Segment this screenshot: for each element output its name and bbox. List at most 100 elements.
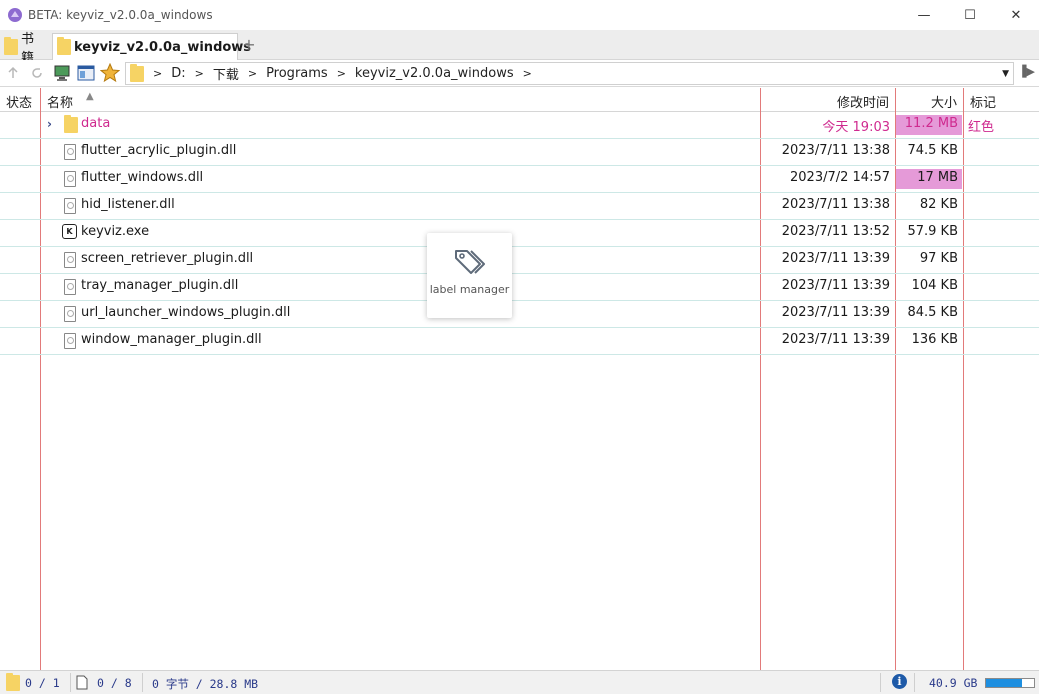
file-list: › data 今天 19:03 11.2 MB 红色 flutter_acryl… [0, 112, 1039, 669]
file-name: hid_listener.dll [81, 197, 175, 212]
keyviz-exe-icon: K [62, 224, 77, 239]
file-size: 82 KB [919, 197, 958, 212]
folder-icon [6, 673, 20, 691]
file-date: 2023/7/11 13:52 [781, 224, 890, 239]
column-header: 状态 名称 ▲ 修改时间 大小 标记 [0, 88, 1039, 112]
breadcrumb-chevron-icon: > [153, 67, 163, 80]
folder-icon [64, 115, 78, 133]
expand-chevron-icon[interactable]: › [47, 117, 52, 131]
file-size: 97 KB [919, 251, 958, 266]
status-divider [880, 673, 881, 692]
breadcrumb-current[interactable]: keyviz_v2.0.0a_windows [355, 66, 514, 81]
file-name: screen_retriever_plugin.dll [81, 251, 254, 266]
file-size: 136 KB [911, 332, 958, 347]
selection-size: 0 字节 / 28.8 MB [152, 677, 259, 691]
file-tag: 红色 [968, 120, 995, 135]
file-row-data[interactable]: › data 今天 19:03 11.2 MB 红色 [0, 112, 1039, 139]
file-row[interactable]: screen_retriever_plugin.dll 2023/7/11 13… [0, 247, 1039, 274]
file-date: 2023/7/11 13:38 [781, 143, 890, 158]
label-manager-popup[interactable]: label manager [427, 233, 512, 318]
status-divider [142, 673, 143, 692]
tab-books[interactable]: 书籍 [0, 32, 50, 66]
column-modified[interactable]: 修改时间 [837, 92, 889, 111]
tab-label: keyviz_v2.0.0a_windows [74, 39, 252, 55]
file-size: 17 MB [917, 170, 958, 185]
tab-bar: 书籍 keyviz_v2.0.0a_windows + [0, 30, 1039, 66]
file-name: tray_manager_plugin.dll [81, 278, 239, 293]
maximize-button[interactable]: ☐ [947, 0, 993, 30]
tab-keyviz[interactable]: keyviz_v2.0.0a_windows [52, 33, 251, 60]
window-title: BETA: keyviz_v2.0.0a_windows [28, 8, 213, 22]
file-date: 2023/7/11 13:38 [781, 197, 890, 212]
file-size: 11.2 MB [904, 116, 958, 131]
file-row[interactable]: K keyviz.exe 2023/7/11 13:52 57.9 KB [0, 220, 1039, 247]
file-size: 57.9 KB [907, 224, 958, 239]
close-icon: ✕ [1010, 7, 1022, 23]
breadcrumb-chevron-icon: > [194, 67, 204, 80]
dll-file-icon [64, 333, 76, 349]
file-date: 今天 19:03 [822, 120, 890, 135]
breadcrumb-chevron-icon: > [247, 67, 258, 80]
file-row[interactable]: tray_manager_plugin.dll 2023/7/11 13:39 … [0, 274, 1039, 301]
file-name: window_manager_plugin.dll [81, 332, 262, 347]
breadcrumb-chevron-icon: > [522, 67, 532, 80]
status-divider [914, 673, 915, 692]
file-date: 2023/7/11 13:39 [781, 332, 890, 347]
file-date: 2023/7/2 14:57 [790, 170, 890, 185]
column-tag[interactable]: 标记 [970, 92, 996, 111]
file-date: 2023/7/11 13:39 [781, 278, 890, 293]
status-divider [70, 673, 71, 692]
file-name: flutter_windows.dll [81, 170, 204, 185]
maximize-icon: ☐ [964, 7, 976, 23]
file-icon [76, 675, 88, 690]
folder-icon [130, 63, 144, 82]
file-row[interactable]: hid_listener.dll 2023/7/11 13:38 82 KB [0, 193, 1039, 220]
address-dropdown-icon[interactable]: ▼ [1002, 69, 1009, 79]
info-icon[interactable]: i [892, 674, 907, 689]
file-row[interactable]: window_manager_plugin.dll 2023/7/11 13:3… [0, 328, 1039, 355]
layout-view-icon[interactable] [76, 63, 96, 83]
label-manager-text: label manager [429, 283, 510, 296]
disk-usage-fill [986, 679, 1022, 687]
file-date: 2023/7/11 13:39 [781, 251, 890, 266]
favorites-star-icon[interactable] [100, 63, 120, 83]
file-date: 2023/7/11 13:39 [781, 305, 890, 320]
file-row[interactable]: url_launcher_windows_plugin.dll 2023/7/1… [0, 301, 1039, 328]
breadcrumb-downloads[interactable]: 下载 [213, 64, 239, 83]
folder-icon [4, 36, 18, 55]
address-bar[interactable]: > D: > 下载 > Programs > keyviz_v2.0.0a_wi… [125, 62, 1014, 85]
refresh-icon[interactable] [27, 63, 47, 83]
add-tab-button[interactable]: + [241, 35, 257, 55]
title-bar: BETA: keyviz_v2.0.0a_windows — ☐ ✕ [0, 0, 1039, 30]
file-name: flutter_acrylic_plugin.dll [81, 143, 237, 158]
file-row[interactable]: flutter_acrylic_plugin.dll 2023/7/11 13:… [0, 139, 1039, 166]
file-size: 74.5 KB [907, 143, 958, 158]
file-name: data [81, 116, 111, 131]
close-button[interactable]: ✕ [993, 0, 1039, 30]
app-logo-icon [8, 8, 22, 22]
column-name[interactable]: 名称 [47, 92, 73, 111]
dll-file-icon [64, 279, 76, 295]
computer-icon[interactable] [52, 63, 72, 83]
file-count: 0 / 8 [97, 676, 132, 690]
dll-file-icon [64, 144, 76, 160]
dll-file-icon [64, 198, 76, 214]
breadcrumb-programs[interactable]: Programs [266, 66, 328, 81]
folder-count: 0 / 1 [25, 676, 60, 690]
dll-file-icon [64, 252, 76, 268]
sort-ascending-icon: ▲ [86, 91, 94, 102]
breadcrumb-chevron-icon: > [336, 67, 346, 80]
column-status[interactable]: 状态 [6, 92, 32, 111]
column-size[interactable]: 大小 [931, 92, 957, 111]
file-name: keyviz.exe [81, 224, 150, 239]
tags-icon [454, 250, 485, 274]
minimize-button[interactable]: — [901, 0, 947, 30]
file-size: 104 KB [911, 278, 958, 293]
status-bar: 0 / 1 0 / 8 0 字节 / 28.8 MB i 40.9 GB [0, 670, 1039, 694]
file-row[interactable]: flutter_windows.dll 2023/7/2 14:57 17 MB [0, 166, 1039, 193]
up-arrow-icon[interactable] [3, 63, 23, 83]
folder-icon [57, 37, 71, 55]
breadcrumb-drive[interactable]: D: [171, 66, 185, 81]
go-icon[interactable]: ▐▶ [1018, 65, 1035, 78]
file-name: url_launcher_windows_plugin.dll [81, 305, 291, 320]
